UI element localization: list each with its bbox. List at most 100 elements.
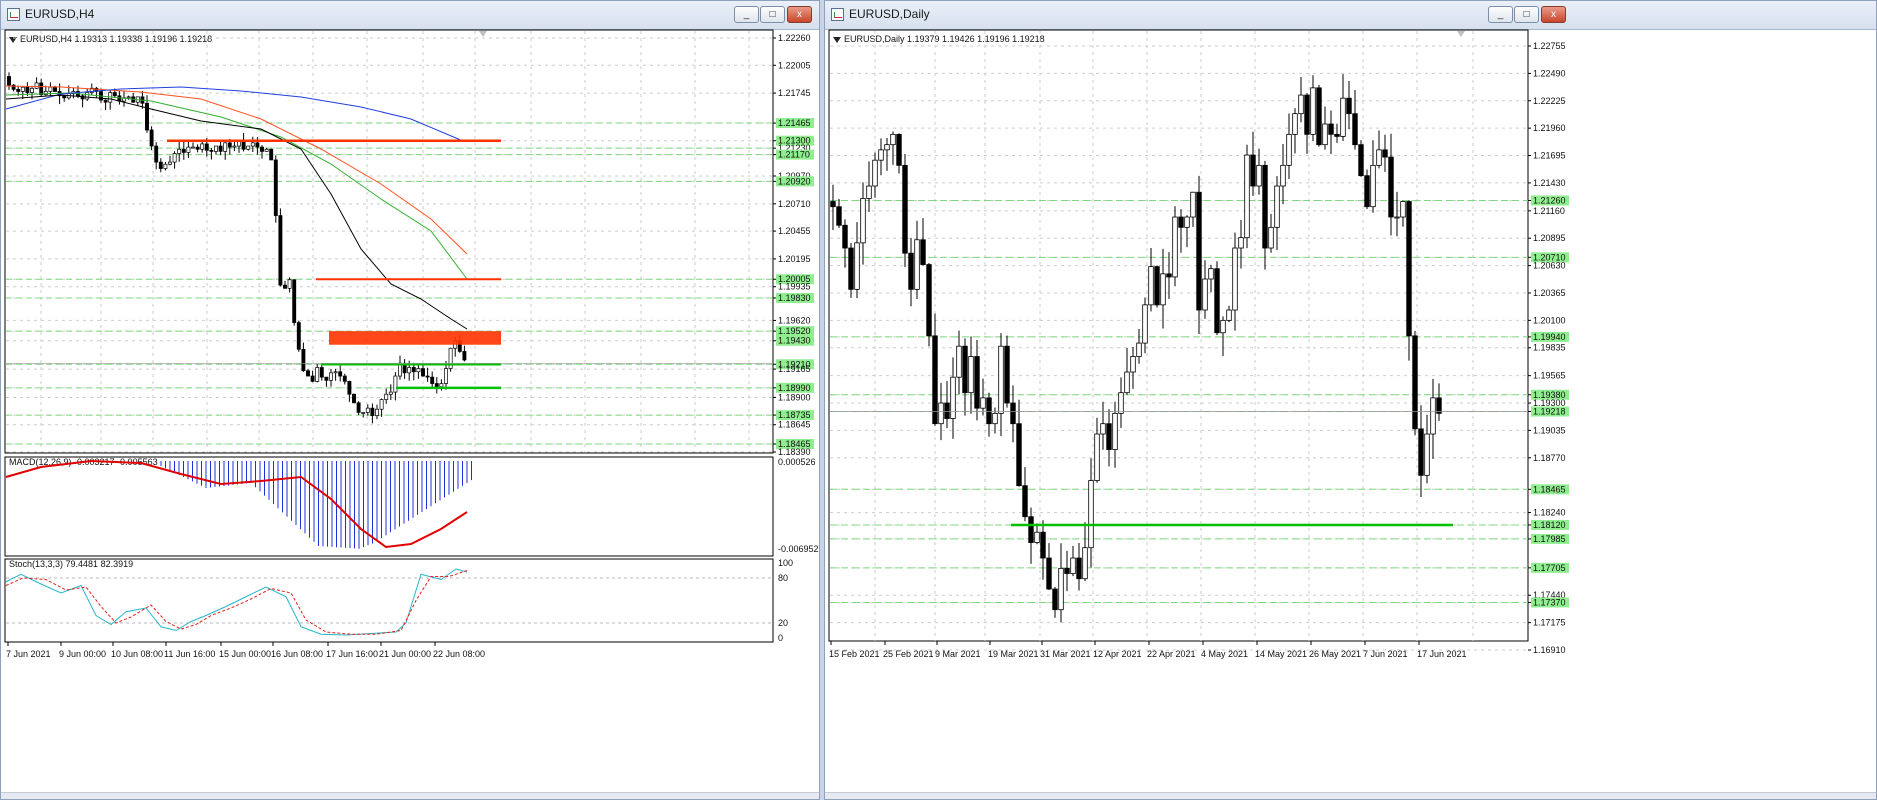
ma-green-line xyxy=(5,92,468,280)
title-bar[interactable]: EURUSD,Daily _ □ x xyxy=(825,1,1876,30)
candle-body xyxy=(168,161,172,165)
candle-body xyxy=(375,408,379,416)
time-axis-label: 22 Jun 08:00 xyxy=(433,649,485,659)
time-axis-label: 14 May 2021 xyxy=(1255,649,1307,659)
candle-body xyxy=(62,95,67,99)
candle-body xyxy=(1130,356,1136,373)
h4-chart[interactable]: 1.222601.220051.217451.214651.213001.212… xyxy=(1,29,819,799)
candle-body xyxy=(1124,371,1130,394)
macd-panel-frame xyxy=(4,456,774,557)
candle-body xyxy=(1376,149,1382,166)
price-axis-label: 1.22005 xyxy=(778,60,811,70)
candle-body xyxy=(434,383,439,388)
chart-window-daily[interactable]: EURUSD,Daily _ □ x EURUSD,Daily 1.19379 … xyxy=(824,0,1877,800)
candle-body xyxy=(1298,94,1304,115)
candle-body xyxy=(20,86,25,92)
price-axis-label: 1.18990 xyxy=(778,383,811,393)
candle-body xyxy=(260,146,264,152)
h4-candles xyxy=(7,72,467,424)
candle-body xyxy=(30,87,34,93)
price-axis-label: 1.21170 xyxy=(778,150,810,160)
minimize-button[interactable]: _ xyxy=(734,6,759,23)
time-axis-label: 17 Jun 16:00 xyxy=(326,649,378,659)
candle-body xyxy=(962,345,968,394)
candle-body xyxy=(1412,335,1418,430)
price-axis-label: 1.19830 xyxy=(778,293,811,303)
price-axis-label: 1.19835 xyxy=(1533,343,1566,353)
stoch-axis-label: 100 xyxy=(778,558,793,568)
price-axis-label: 1.18735 xyxy=(778,410,811,420)
price-axis-label: 1.20455 xyxy=(778,226,811,236)
candle-body xyxy=(163,163,168,169)
candle-body xyxy=(186,146,191,153)
candle-body xyxy=(1208,268,1214,280)
candle-body xyxy=(872,159,878,187)
time-axis-label: 10 Jun 08:00 xyxy=(111,649,163,659)
candle-body xyxy=(920,239,926,265)
horizontal-scrollbar[interactable] xyxy=(825,792,1876,799)
candle-body xyxy=(1280,164,1286,187)
window-title: EURUSD,Daily xyxy=(849,7,930,21)
maximize-button[interactable]: □ xyxy=(760,6,785,23)
candle-body xyxy=(1058,567,1064,611)
candle-body xyxy=(255,142,260,148)
candle-body xyxy=(347,381,352,395)
candle-body xyxy=(1118,392,1124,414)
price-axis-label: 1.19935 xyxy=(778,282,811,292)
candle-body xyxy=(1310,87,1316,135)
candle-body xyxy=(365,407,370,413)
candle-body xyxy=(956,345,962,378)
candle-body xyxy=(1304,94,1310,135)
candle-body xyxy=(1100,423,1106,435)
candle-body xyxy=(1004,345,1010,404)
price-axis-label: 1.18120 xyxy=(1533,520,1566,530)
time-axis-label: 7 Jun 2021 xyxy=(1363,649,1408,659)
chart-window-h4[interactable]: EURUSD,H4 _ □ x EURUSD,H4 1.19313 1.1933… xyxy=(0,0,820,800)
title-bar[interactable]: EURUSD,H4 _ □ x xyxy=(1,1,819,30)
candle-body xyxy=(938,402,944,425)
candle-body xyxy=(352,393,356,404)
close-button[interactable]: x xyxy=(787,6,812,23)
daily-chart[interactable]: 1.22755 1.22490 1.22225 1.21960 1.21695 1.214… xyxy=(825,29,1876,799)
candle-body xyxy=(227,142,232,148)
candle-body xyxy=(287,279,292,289)
chart-shift-marker xyxy=(1457,31,1465,37)
candle-body xyxy=(462,351,467,361)
close-button[interactable]: x xyxy=(1541,6,1566,23)
candle-body xyxy=(315,367,320,382)
price-axis-label: 1.20710 xyxy=(778,199,811,209)
candle-body xyxy=(1172,216,1178,278)
ma-black-line xyxy=(5,94,468,330)
candle-body xyxy=(1148,266,1154,306)
candle-body xyxy=(195,146,200,150)
candle-body xyxy=(1184,216,1190,228)
price-axis-label: 1.21430 xyxy=(1533,178,1566,188)
price-axis-label: 1.22260 xyxy=(778,33,811,43)
horizontal-scrollbar[interactable] xyxy=(1,792,819,799)
time-axis-label: 17 Jun 2021 xyxy=(1417,649,1467,659)
candle-body xyxy=(1190,191,1196,218)
candle-body xyxy=(1340,97,1346,137)
candle-body xyxy=(1142,304,1148,344)
price-axis-label: 1.18240 xyxy=(1533,508,1566,518)
candle-body xyxy=(992,412,998,425)
macd-axis-top: 0.000526 xyxy=(778,457,816,467)
price-axis-label: 1.19430 xyxy=(778,336,811,346)
chart-shift-marker xyxy=(479,31,487,37)
candle-body xyxy=(1250,154,1256,187)
candle-body xyxy=(126,96,131,99)
maximize-button[interactable]: □ xyxy=(1514,6,1539,23)
window-title: EURUSD,H4 xyxy=(25,7,95,21)
candle-body xyxy=(1244,154,1250,239)
price-axis-label: 1.21160 xyxy=(1533,206,1565,216)
candle-body xyxy=(980,397,986,409)
price-axis-label: 1.18645 xyxy=(778,420,811,430)
price-axis-label: 1.19035 xyxy=(1533,425,1566,435)
time-axis-label: 12 Apr 2021 xyxy=(1093,649,1142,659)
minimize-button[interactable]: _ xyxy=(1488,6,1513,23)
macd-signal-line xyxy=(5,459,468,549)
candle-body xyxy=(209,149,214,152)
candle-body xyxy=(218,145,223,152)
candle-body xyxy=(301,348,306,372)
price-axis-label: 1.17370 xyxy=(1533,597,1566,607)
